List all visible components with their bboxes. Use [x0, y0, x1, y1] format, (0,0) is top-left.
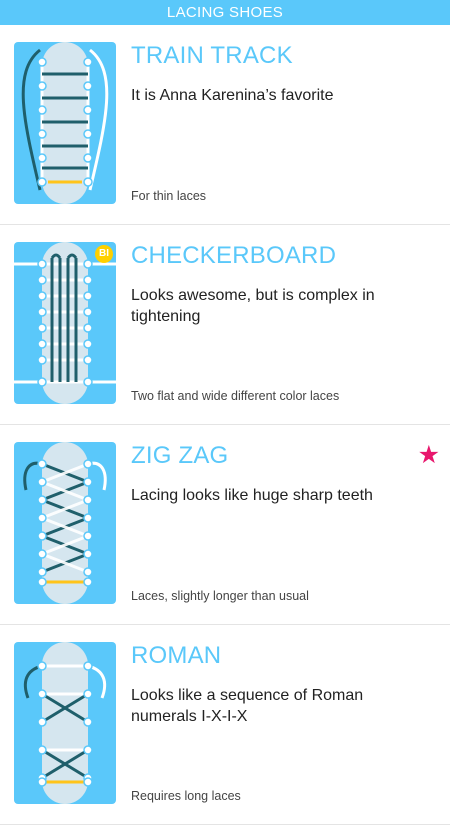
list-item-checkerboard[interactable]: BI CHECKERBOARD Looks awesome, but is co…: [0, 225, 450, 425]
item-description: It is Anna Karenina’s favorite: [131, 87, 334, 104]
item-requirement: Laces, slightly longer than usual: [131, 589, 309, 603]
roman-lacing-icon: [14, 642, 116, 804]
bi-badge: BI: [95, 245, 113, 263]
item-description: Lacing looks like huge sharp teeth: [131, 487, 373, 504]
zig-zag-lacing-icon: [14, 442, 116, 604]
lacing-list[interactable]: TRAIN TRACK It is Anna Karenina’s favori…: [0, 25, 450, 825]
item-title: ZIG ZAG: [131, 442, 229, 469]
list-item-roman[interactable]: ROMAN Looks like a sequence of Roman num…: [0, 625, 450, 825]
app-bar: LACING SHOES: [0, 0, 450, 25]
item-title: CHECKERBOARD: [131, 242, 337, 269]
item-description: Looks like a sequence of Roman numerals …: [131, 687, 364, 725]
checkerboard-lacing-icon: BI: [14, 242, 116, 404]
train-track-lacing-icon: [14, 42, 116, 204]
app-title: LACING SHOES: [166, 4, 284, 21]
item-title: TRAIN TRACK: [131, 42, 293, 69]
list-item-train-track[interactable]: TRAIN TRACK It is Anna Karenina’s favori…: [0, 25, 450, 225]
item-description: Looks awesome, but is complex in tighten…: [131, 287, 375, 325]
list-item-zig-zag[interactable]: ZIG ZAG ★ Lacing looks like huge sharp t…: [0, 425, 450, 625]
item-title: ROMAN: [131, 642, 222, 669]
item-requirement: Requires long laces: [131, 789, 241, 803]
favorite-star-icon[interactable]: ★: [418, 443, 440, 468]
item-requirement: For thin laces: [131, 189, 207, 203]
item-requirement: Two flat and wide different color laces: [131, 389, 340, 403]
